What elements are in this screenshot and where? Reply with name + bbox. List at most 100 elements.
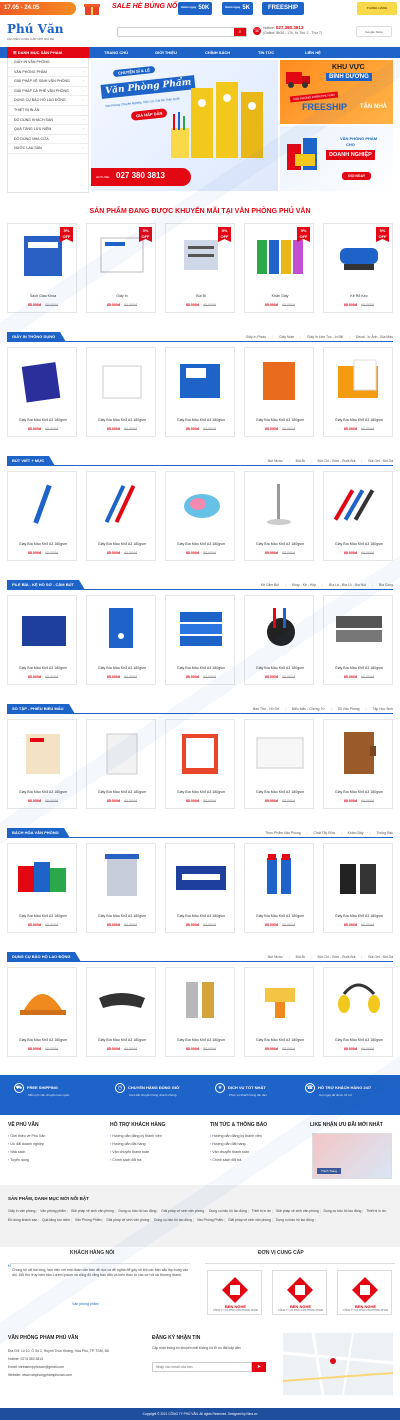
supplier-logo[interactable]: BẾN NGHÉ CÔNG TY CỔ PHẦN VĂN PHÒNG PHẨM (272, 1270, 327, 1315)
tag-link[interactable]: Giấy in văn phòng (8, 1209, 37, 1213)
tag-link[interactable]: Dụng cụ bảo hộ lao động (276, 1218, 316, 1222)
nav-about[interactable]: GIỚI THIỆU (155, 47, 177, 58)
product-card[interactable]: Giấy Bìa Màu Khổ A3 180gsm 85.000đ 95.000… (86, 843, 156, 933)
hero-banner[interactable]: CHUYÊN SỈ & LẺ Văn Phòng Phẩm Văn Phòng … (91, 60, 278, 191)
product-name[interactable]: Giấy Bìa Màu Khổ A3 180gsm (245, 914, 315, 918)
product-name[interactable]: Giấy Bìa Màu Khổ A3 180gsm (8, 790, 78, 794)
sidebar-item[interactable]: NƯỚC LAU SÀN (8, 144, 88, 154)
sidebar-item[interactable]: GIẢI PHÁP CÀ PHÊ VĂN PHÒNG (8, 87, 88, 97)
product-card[interactable]: Giấy Bìa Màu Khổ A3 180gsm 85.000đ 95.000… (244, 719, 314, 809)
product-card[interactable]: Giấy Bìa Màu Khổ A3 180gsm 85.000đ 95.000… (323, 843, 393, 933)
product-name[interactable]: Giấy Bìa Màu Khổ A3 180gsm (245, 666, 315, 670)
product-card[interactable]: 5% OFF Kệ Rổ Kéo 85.000đ 95.000đ (323, 223, 393, 313)
tag-link[interactable]: Thiết bị in ấn (366, 1209, 387, 1213)
sidebar-item[interactable]: ĐỒ DÙNG KHÁCH SẠN (8, 116, 88, 126)
product-card[interactable]: Giấy Bìa Màu Khổ A3 180gsm 85.000đ 95.000… (86, 595, 156, 685)
product-name[interactable]: Giấy Bìa Màu Khổ A3 180gsm (245, 1038, 315, 1042)
supplier-logo[interactable]: BẾN NGHÉ CÔNG TY CỔ PHẦN VĂN PHÒNG PHẨM (207, 1270, 262, 1315)
product-name[interactable]: Giấy Bìa Màu Khổ A3 180gsm (87, 914, 157, 918)
product-name[interactable]: Giấy Bìa Màu Khổ A3 180gsm (324, 418, 394, 422)
category-sublink[interactable]: Bút Gel - Bút Dạ (361, 955, 393, 959)
tag-link[interactable]: Dụng cụ bảo hộ lao động (209, 1209, 249, 1213)
category-sublink[interactable]: Chất Tẩy Rửa (307, 831, 335, 835)
category-title[interactable]: BÚT VIẾT + MỰC (7, 456, 56, 466)
facebook-page-preview[interactable]: Thích Trang (312, 1133, 392, 1179)
supplier-logo[interactable]: BẾN NGHÉ CÔNG TY CỔ PHẦN VĂN PHÒNG PHẨM (337, 1270, 392, 1315)
product-card[interactable]: Giấy Bìa Màu Khổ A3 180gsm 85.000đ 95.000… (165, 471, 235, 561)
category-title[interactable]: FILE BÌA - KỆ HỒ SƠ - CẮM BÚT (7, 580, 85, 590)
product-card[interactable]: Giấy Bìa Màu Khổ A3 180gsm 85.000đ 95.000… (86, 471, 156, 561)
product-card[interactable]: Giấy Bìa Màu Khổ A3 180gsm 85.000đ 95.000… (244, 347, 314, 437)
category-sublink[interactable]: Kệ Cắm Bút (261, 583, 279, 587)
product-card[interactable]: 5% OFF Giấy In 85.000đ 95.000đ (86, 223, 156, 313)
tag-link[interactable]: Văn Phòng Phẩm (75, 1218, 103, 1222)
tag-link[interactable]: Thiết bị in ấn (252, 1209, 273, 1213)
nav-home[interactable]: TRANG CHỦ (104, 47, 128, 58)
footer-link[interactable]: Tuyển dụng (8, 1156, 45, 1164)
product-card[interactable]: Giấy Bìa Màu Khổ A3 180gsm 85.000đ 95.000… (244, 471, 314, 561)
product-name[interactable]: Giấy Bìa Màu Khổ A3 180gsm (324, 666, 394, 670)
site-logo[interactable]: Phú Văn (7, 22, 63, 36)
nav-news[interactable]: TIN TỨC (258, 47, 274, 58)
product-card[interactable]: Giấy Bìa Màu Khổ A3 180gsm 85.000đ 95.000… (244, 967, 314, 1057)
footer-link[interactable]: Vận chuyển thanh toán (210, 1148, 267, 1156)
category-sublink[interactable]: Bút Chì - Gôm - Ruột Bút (311, 459, 356, 463)
category-sublink[interactable]: Bút Nước (268, 955, 283, 959)
product-name[interactable]: Giấy Bìa Màu Khổ A3 180gsm (8, 914, 78, 918)
footer-link[interactable]: Hướng dẫn đăng ký thành viên (110, 1132, 165, 1140)
sidebar-item[interactable]: VĂN PHÒNG PHẨM (8, 68, 88, 78)
product-card[interactable]: Giấy Bìa Màu Khổ A3 180gsm 85.000đ 95.000… (244, 595, 314, 685)
hotline-block[interactable]: Hotline: 027.380.3813 (Online: 8h30 - 17… (263, 25, 322, 36)
tag-link[interactable]: Dụng cụ bảo hộ lao động (154, 1218, 194, 1222)
product-name[interactable]: Khăn Giấy (245, 294, 315, 298)
footer-link[interactable]: Vận chuyển thanh toán (110, 1148, 165, 1156)
product-name[interactable]: Giấy Bìa Màu Khổ A3 180gsm (166, 914, 236, 918)
product-card[interactable]: Giấy Bìa Màu Khổ A3 180gsm 85.000đ 95.000… (165, 843, 235, 933)
category-sublink[interactable]: Giấy In Liên Tục - In Bill (300, 335, 343, 339)
discount-chip-50k[interactable]: Giảm ngay 50K (178, 2, 213, 15)
footer-link[interactable]: Hướng dẫn đăng ký thành viên (210, 1132, 267, 1140)
category-sublink[interactable]: Tập Học Sinh (366, 707, 393, 711)
product-name[interactable]: Giấy Bìa Màu Khổ A3 180gsm (324, 790, 394, 794)
sidebar-item[interactable]: QUÀ TẶNG LƯU NIỆM (8, 125, 88, 135)
tag-link[interactable]: Văn Phòng Phẩm (197, 1218, 225, 1222)
category-title[interactable]: SỔ TẬP - PHIẾU BIỂU MẪU (7, 704, 74, 714)
product-card[interactable]: Giấy Bìa Màu Khổ A3 180gsm 85.000đ 95.000… (7, 843, 77, 933)
tag-link[interactable]: Đồ dùng khách sạn (8, 1218, 39, 1222)
product-name[interactable]: Giấy Bìa Màu Khổ A3 180gsm (324, 914, 394, 918)
product-name[interactable]: Giấy Bìa Màu Khổ A3 180gsm (245, 542, 315, 546)
product-name[interactable]: Giấy Bìa Màu Khổ A3 180gsm (245, 418, 315, 422)
sidebar-item[interactable]: THIẾT BỊ IN ẤN (8, 106, 88, 116)
gift-chip[interactable]: THÁNG HÀNG (357, 2, 397, 15)
category-title[interactable]: BÁCH HÓA VĂN PHÒNG (7, 828, 70, 838)
freeship-chip[interactable]: FREESHIP (262, 2, 304, 15)
tag-link[interactable]: Dụng cụ bảo hộ lao động (119, 1209, 159, 1213)
side-banner-business[interactable]: VĂN PHÒNG PHẨM CHO DOANH NGHIỆP GỌI NGAY (280, 126, 393, 191)
product-card[interactable]: Giấy Bìa Màu Khổ A3 180gsm 85.000đ 95.000… (323, 471, 393, 561)
location-map[interactable] (282, 1332, 394, 1396)
product-card[interactable]: Giấy Bìa Màu Khổ A3 180gsm 85.000đ 95.000… (165, 347, 235, 437)
product-name[interactable]: Giấy Bìa Màu Khổ A3 180gsm (8, 1038, 78, 1042)
tag-link[interactable]: Giải pháp vệ sinh văn phòng (161, 1209, 206, 1213)
sidebar-item[interactable]: DỤNG CỤ BẢO HỘ LAO ĐỘNG (8, 96, 88, 106)
product-name[interactable]: Giấy Bìa Màu Khổ A3 180gsm (166, 790, 236, 794)
product-name[interactable]: Giấy Bìa Màu Khổ A3 180gsm (87, 1038, 157, 1042)
product-name[interactable]: Giấy In (87, 294, 157, 298)
tag-link[interactable]: Giải pháp vệ sinh văn phòng (228, 1218, 273, 1222)
promo-topbar[interactable]: 17.05 - 24.05 SALE HÈ BÙNG NỔ Giảm ngay 5… (0, 0, 400, 17)
search-input[interactable]: ⌕ (117, 27, 247, 37)
product-name[interactable]: Giấy Bìa Màu Khổ A3 180gsm (8, 666, 78, 670)
category-sublink[interactable]: Khăn Giấy (341, 831, 364, 835)
category-sublink[interactable]: Bìa Lá - Bìa Lỗ - Bìa Nút (322, 583, 366, 587)
product-name[interactable]: Giấy Bìa Màu Khổ A3 180gsm (166, 542, 236, 546)
product-name[interactable]: Giấy Bìa Màu Khổ A3 180gsm (245, 790, 315, 794)
google-store-button[interactable]: Google Store (356, 26, 392, 37)
footer-link[interactable]: Chính sách đổi trả (110, 1156, 165, 1164)
product-name[interactable]: Bút Bi (166, 294, 236, 298)
product-name[interactable]: Giấy Bìa Màu Khổ A3 180gsm (87, 418, 157, 422)
category-sublink[interactable]: Bút Gel - Bút Dạ (361, 459, 393, 463)
product-card[interactable]: 5% OFF Khăn Giấy 85.000đ 95.000đ (244, 223, 314, 313)
facebook-like-button[interactable]: Thích Trang (317, 1168, 342, 1174)
category-sublink[interactable]: Decal - In Ảnh - Bìa Màu (349, 335, 393, 339)
category-sublink[interactable]: Giấy In Photo (246, 335, 267, 339)
